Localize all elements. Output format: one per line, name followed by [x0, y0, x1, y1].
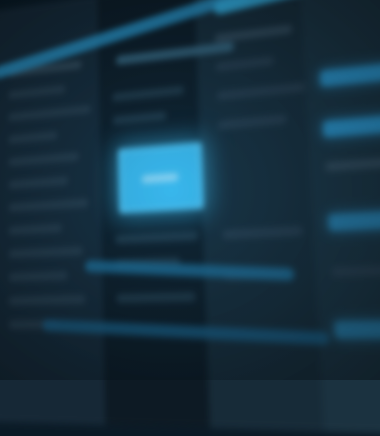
vignette-overlay: [0, 0, 380, 380]
